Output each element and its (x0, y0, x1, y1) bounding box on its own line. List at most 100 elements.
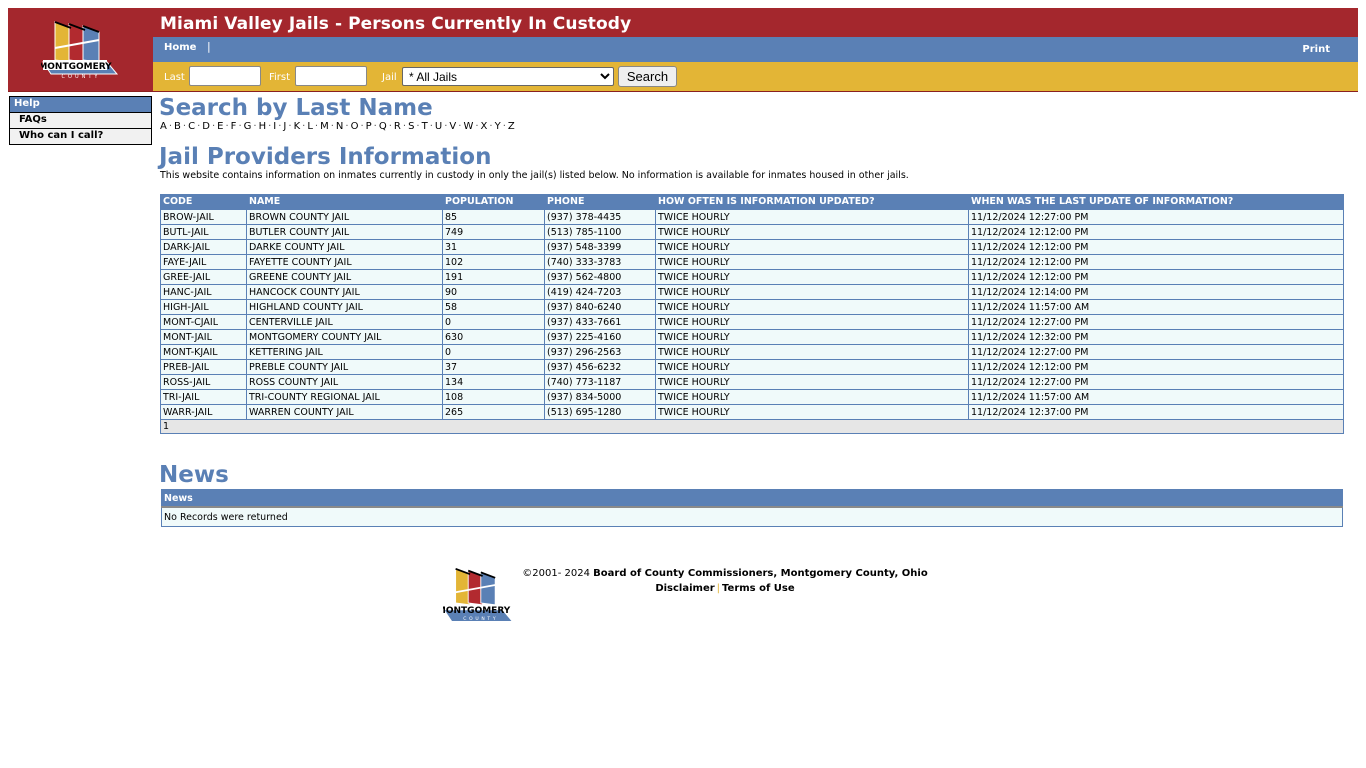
cell-phone: (937) 225-4160 (544, 329, 656, 345)
letter-link-b[interactable]: B (174, 121, 181, 132)
letter-link-t[interactable]: T (422, 121, 428, 132)
cell-population: 0 (442, 344, 545, 360)
cell-name: BROWN COUNTY JAIL (246, 209, 443, 225)
cell-update-frequency: TWICE HOURLY (655, 344, 969, 360)
table-row: BROW-JAIL BROWN COUNTY JAIL 85 (937) 378-44… (160, 209, 1344, 225)
terms-of-use-link[interactable]: Terms of Use (722, 583, 795, 594)
table-row: TRI-JAIL TRI-COUNTY REGIONAL JAIL 108 (937)… (160, 389, 1344, 405)
letter-link-z[interactable]: Z (508, 121, 515, 132)
letter-link-d[interactable]: D (202, 121, 210, 132)
cell-phone: (419) 424-7203 (544, 284, 656, 300)
column-header-code[interactable]: CODE (160, 194, 247, 210)
cell-phone: (937) 834-5000 (544, 389, 656, 405)
column-header-update-frequency[interactable]: HOW OFTEN IS INFORMATION UPDATED? (655, 194, 969, 210)
cell-population: 31 (442, 239, 545, 255)
cell-code: BROW-JAIL (160, 209, 247, 225)
cell-population: 265 (442, 404, 545, 420)
cell-update-frequency: TWICE HOURLY (655, 374, 969, 390)
column-header-phone[interactable]: PHONE (544, 194, 656, 210)
table-row: GREE-JAIL GREENE COUNTY JAIL 191 (937) 562-… (160, 269, 1344, 285)
cell-last-update: 11/12/2024 12:27:00 PM (968, 344, 1344, 360)
cell-phone: (937) 433-7661 (544, 314, 656, 330)
first-name-input[interactable] (295, 66, 367, 86)
cell-last-update: 11/12/2024 12:27:00 PM (968, 374, 1344, 390)
cell-last-update: 11/12/2024 12:12:00 PM (968, 269, 1344, 285)
cell-phone: (740) 773-1187 (544, 374, 656, 390)
first-name-label: First (269, 72, 291, 83)
footer-links: Disclaimer | Terms of Use (440, 581, 1010, 596)
table-row: BUTL-JAIL BUTLER COUNTY JAIL 749 (513) 785-… (160, 224, 1344, 240)
cell-name: FAYETTE COUNTY JAIL (246, 254, 443, 270)
cell-code: MONT-CJAIL (160, 314, 247, 330)
jail-select[interactable]: * All Jails (402, 67, 614, 86)
cell-name: BUTLER COUNTY JAIL (246, 224, 443, 240)
alphabet-separator: · (402, 121, 407, 132)
page-number[interactable]: 1 (160, 419, 1344, 434)
cell-last-update: 11/12/2024 11:57:00 AM (968, 299, 1344, 315)
cell-update-frequency: TWICE HOURLY (655, 269, 969, 285)
cell-phone: (740) 333-3783 (544, 254, 656, 270)
search-button[interactable]: Search (618, 66, 677, 87)
cell-code: DARK-JAIL (160, 239, 247, 255)
letter-link-m[interactable]: M (320, 121, 329, 132)
letter-link-h[interactable]: H (259, 121, 267, 132)
disclaimer-link[interactable]: Disclaimer (655, 583, 714, 594)
county-logo-icon: MONTGOMERY COUNTY (41, 20, 118, 80)
home-link[interactable]: Home (164, 42, 196, 53)
letter-link-a[interactable]: A (160, 121, 167, 132)
alphabet-index: A · B · C · D · E · F · G · H · I · J · K · L · M · N · O · P · Q · R · S · T ·… (160, 121, 515, 132)
footer: ©2001- 2024 Board of County Commissioner… (440, 566, 1010, 596)
column-header-last-update[interactable]: WHEN WAS THE LAST UPDATE OF INFORMATION? (968, 194, 1344, 210)
page-title: Miami Valley Jails - Persons Currently I… (160, 14, 632, 34)
cell-name: PREBLE COUNTY JAIL (246, 359, 443, 375)
alphabet-separator: · (225, 121, 229, 132)
news-column-header: News (161, 489, 1343, 508)
search-bar: Last First Jail * All Jails Search (153, 62, 1358, 91)
print-link[interactable]: Print (1302, 44, 1330, 55)
copyright-owner: Board of County Commissioners, Montgomer… (593, 568, 928, 579)
letter-link-p[interactable]: P (366, 121, 372, 132)
alphabet-separator: · (416, 121, 420, 132)
letter-link-q[interactable]: Q (379, 121, 387, 132)
table-row: HIGH-JAIL HIGHLAND COUNTY JAIL 58 (937) 840… (160, 299, 1344, 315)
cell-last-update: 11/12/2024 12:14:00 PM (968, 284, 1344, 300)
column-header-name[interactable]: NAME (246, 194, 443, 210)
letter-link-r[interactable]: R (394, 121, 401, 132)
sidebar-item-who-can-i-call[interactable]: Who can I call? (10, 128, 151, 144)
cell-name: TRI-COUNTY REGIONAL JAIL (246, 389, 443, 405)
last-name-input[interactable] (189, 66, 261, 86)
montgomery-county-logo[interactable]: MONTGOMERY COUNTY (8, 8, 153, 91)
cell-phone: (937) 378-4435 (544, 209, 656, 225)
cell-name: CENTERVILLE JAIL (246, 314, 443, 330)
column-header-population[interactable]: POPULATION (442, 194, 545, 210)
cell-update-frequency: TWICE HOURLY (655, 314, 969, 330)
table-row: MONT-CJAIL CENTERVILLE JAIL 0 (937) 433-766… (160, 314, 1344, 330)
letter-link-y[interactable]: Y (495, 121, 501, 132)
pager-row: 1 (160, 419, 1344, 434)
cell-phone: (513) 695-1280 (544, 404, 656, 420)
cell-population: 90 (442, 284, 545, 300)
jail-label: Jail (382, 72, 397, 83)
cell-phone: (937) 548-3399 (544, 239, 656, 255)
site-header: MONTGOMERY COUNTY Miami Valley Jails - P… (8, 8, 1358, 92)
cell-name: HANCOCK COUNTY JAIL (246, 284, 443, 300)
sidebar-item-faqs[interactable]: FAQs (10, 112, 151, 128)
alphabet-separator: · (253, 121, 257, 132)
cell-code: BUTL-JAIL (160, 224, 247, 240)
cell-last-update: 11/12/2024 12:12:00 PM (968, 239, 1344, 255)
cell-update-frequency: TWICE HOURLY (655, 359, 969, 375)
top-nav: Home | Print (153, 37, 1358, 62)
last-name-label: Last (164, 72, 185, 83)
alphabet-separator: · (314, 121, 319, 132)
table-row: HANC-JAIL HANCOCK COUNTY JAIL 90 (419) 424-… (160, 284, 1344, 300)
cell-code: FAYE-JAIL (160, 254, 247, 270)
cell-code: HIGH-JAIL (160, 299, 247, 315)
alphabet-separator: · (489, 121, 493, 132)
alphabet-separator: · (168, 121, 173, 132)
svg-text:COUNTY: COUNTY (61, 74, 100, 80)
nav-separator: | (207, 40, 211, 53)
letter-link-w[interactable]: W (463, 121, 473, 132)
providers-note: This website contains information on inm… (160, 170, 909, 181)
cell-code: PREB-JAIL (160, 359, 247, 375)
cell-last-update: 11/12/2024 12:37:00 PM (968, 404, 1344, 420)
